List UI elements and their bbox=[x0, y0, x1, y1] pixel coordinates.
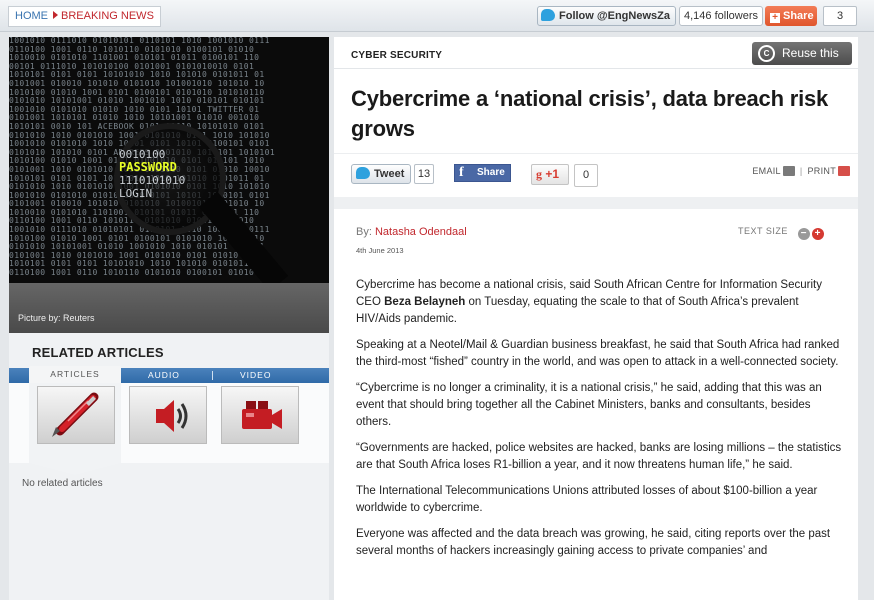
related-articles-panel: RELATED ARTICLES AUDIO VIDEO ARTICLES No… bbox=[9, 333, 329, 600]
breadcrumb-arrow-icon bbox=[53, 11, 58, 19]
printer-icon bbox=[838, 166, 850, 176]
breadcrumb-section-link[interactable]: BREAKING NEWS bbox=[61, 10, 154, 22]
google-g-icon: g bbox=[536, 167, 542, 181]
mag-password-text: PASSWORD bbox=[119, 160, 177, 174]
breadcrumb-home-link[interactable]: HOME bbox=[15, 10, 48, 22]
followers-count: 4,146 followers bbox=[679, 6, 763, 26]
article-tools: EMAIL | PRINT bbox=[752, 166, 850, 176]
article-body: Cybercrime has become a national crisis,… bbox=[356, 277, 846, 569]
email-icon bbox=[782, 166, 795, 176]
article-paragraph: Everyone was affected and the data breac… bbox=[356, 528, 831, 557]
twitter-bird-icon bbox=[356, 167, 370, 179]
tweet-button[interactable]: Tweet bbox=[351, 164, 411, 184]
twitter-follow-button[interactable]: Follow @EngNewsZa bbox=[537, 6, 676, 26]
facebook-icon: f bbox=[459, 165, 464, 180]
social-share-row: Tweet 13 f Share g +1 0 EMAIL | PRINT bbox=[334, 153, 858, 193]
mag-line-3: 1110101010 bbox=[119, 174, 186, 187]
article-paragraph: “Cybercrime is no longer a criminality, … bbox=[356, 382, 822, 428]
plus-icon: + bbox=[770, 13, 780, 23]
facebook-share-label: Share bbox=[477, 167, 505, 178]
twitter-follow-label: Follow @EngNewsZa bbox=[559, 10, 670, 22]
tweet-label: Tweet bbox=[374, 168, 405, 180]
tab-divider bbox=[212, 371, 213, 380]
related-articles-title: RELATED ARTICLES bbox=[32, 345, 164, 360]
byline: By: Natasha Odendaal bbox=[356, 226, 467, 238]
section-divider bbox=[334, 197, 858, 209]
publish-date: 4th June 2013 bbox=[356, 246, 404, 255]
share-button[interactable]: + Share bbox=[765, 6, 817, 26]
print-label: PRINT bbox=[807, 166, 836, 176]
byline-prefix: By: bbox=[356, 226, 375, 238]
increase-text-size-icon[interactable]: + bbox=[811, 228, 824, 240]
tab-articles[interactable]: ARTICLES bbox=[29, 366, 121, 383]
mag-login-text: LOGIN bbox=[119, 187, 153, 200]
google-plus-count: 0 bbox=[574, 164, 598, 187]
video-camera-icon[interactable] bbox=[221, 386, 299, 444]
decrease-text-size-icon[interactable]: − bbox=[797, 228, 810, 240]
category-row: CYBER SECURITY C Reuse this bbox=[334, 37, 858, 69]
text-size-label: TEXT SIZE bbox=[738, 226, 788, 236]
tab-audio[interactable]: AUDIO bbox=[148, 368, 180, 383]
creative-commons-icon: C bbox=[758, 45, 775, 62]
article-category[interactable]: CYBER SECURITY bbox=[351, 50, 442, 61]
tools-divider: | bbox=[799, 166, 803, 176]
no-related-articles-text: No related articles bbox=[22, 478, 103, 489]
reuse-this-label: Reuse this bbox=[782, 46, 839, 60]
tweet-count: 13 bbox=[414, 164, 434, 184]
top-bar: HOME BREAKING NEWS Follow @EngNewsZa 4,14… bbox=[0, 0, 874, 32]
reuse-this-button[interactable]: C Reuse this bbox=[752, 42, 852, 65]
article-column: CYBER SECURITY C Reuse this Cybercrime a… bbox=[334, 37, 858, 600]
article-paragraph: Speaking at a Neotel/Mail & Guardian bus… bbox=[356, 339, 840, 368]
share-button-label: Share bbox=[783, 10, 814, 22]
tab-video[interactable]: VIDEO bbox=[240, 368, 271, 383]
person-name: Beza Belayneh bbox=[384, 296, 466, 308]
facebook-share-button[interactable]: f Share bbox=[454, 164, 511, 182]
google-plus-label: +1 bbox=[545, 167, 560, 181]
breadcrumb: HOME BREAKING NEWS bbox=[8, 6, 161, 27]
share-count: 3 bbox=[823, 6, 857, 26]
author-link[interactable]: Natasha Odendaal bbox=[375, 226, 467, 238]
text-size-control: TEXT SIZE − + bbox=[738, 226, 824, 240]
twitter-bird-icon bbox=[541, 9, 555, 21]
left-column: 1001010 0111010 01010101 0110101 1010 10… bbox=[9, 37, 329, 600]
article-headline: Cybercrime a ‘national crisis’, data bre… bbox=[351, 86, 829, 141]
google-plus-button[interactable]: g +1 bbox=[531, 164, 569, 185]
email-label: EMAIL bbox=[752, 166, 781, 176]
articles-pen-icon[interactable] bbox=[37, 386, 115, 444]
article-paragraph: “Governments are hacked, police websites… bbox=[356, 442, 842, 471]
email-link[interactable]: EMAIL bbox=[752, 166, 795, 176]
photo-caption: Picture by: Reuters bbox=[9, 283, 329, 333]
article-paragraph: Cybercrime has become a national crisis,… bbox=[356, 277, 846, 328]
magnified-text: 0010100 PASSWORD 1110101010 LOGIN bbox=[119, 148, 185, 200]
print-link[interactable]: PRINT bbox=[807, 166, 850, 176]
article-paragraph: The International Telecommunications Uni… bbox=[356, 485, 818, 514]
audio-speaker-icon[interactable] bbox=[129, 386, 207, 444]
article-photo[interactable]: 1001010 0111010 01010101 0110101 1010 10… bbox=[9, 37, 329, 283]
